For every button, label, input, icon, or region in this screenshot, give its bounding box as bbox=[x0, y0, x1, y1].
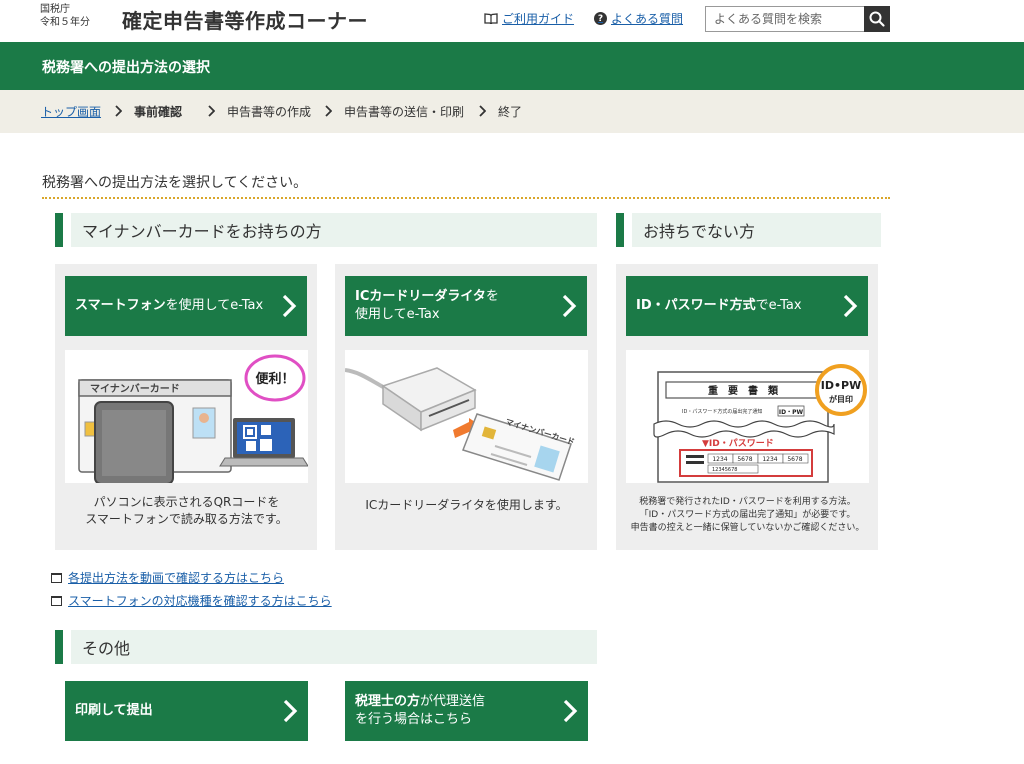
usage-guide-link[interactable]: ご利用ガイド bbox=[484, 10, 574, 27]
smartphone-qr-illustration: マイナンバーカード 便利！ bbox=[65, 350, 308, 483]
supported-devices-label: スマートフォンの対応機種を確認する方はこちら bbox=[68, 594, 332, 608]
illus-id-line2: 12345678 bbox=[712, 467, 737, 473]
agency-line-1: 国税庁 bbox=[40, 4, 70, 15]
option-card-smartphone: スマートフォンを使用してe-Tax マイナンバーカード 便利！ パソコンに表示さ… bbox=[55, 264, 317, 550]
illus-doc-sub: ID・パスワード方式の届出完了通知 bbox=[682, 408, 762, 415]
supported-devices-link[interactable]: スマートフォンの対応機種を確認する方はこちら bbox=[51, 592, 332, 609]
agency-name: 国税庁 令和５年分 bbox=[40, 3, 90, 29]
faq-search-input[interactable] bbox=[705, 6, 864, 32]
new-window-icon bbox=[51, 595, 62, 606]
dotted-divider bbox=[42, 197, 890, 199]
idpw-illustration: 重 要 書 類 ID・パスワード方式の届出完了通知 ID・PW ▼ID・パスワー… bbox=[626, 350, 869, 483]
illus-id-group: 5678 bbox=[787, 456, 802, 463]
chevron-right-icon bbox=[843, 294, 858, 318]
chevron-right-icon bbox=[208, 105, 215, 117]
chevron-right-icon bbox=[283, 699, 298, 723]
section-header-nocard: お持ちでない方 bbox=[616, 213, 881, 247]
smartphone-etax-button[interactable]: スマートフォンを使用してe-Tax bbox=[65, 276, 307, 336]
section-bar bbox=[55, 213, 63, 247]
video-guide-label: 各提出方法を動画で確認する方はこちら bbox=[68, 571, 285, 585]
breadcrumb-item-end: 終了 bbox=[498, 105, 523, 119]
chevron-right-icon bbox=[479, 105, 486, 117]
option-card-idpw: ID・パスワード方式でe-Tax 重 要 書 類 ID・パスワード方式の届出完了… bbox=[616, 264, 878, 550]
illus-id-group: 5678 bbox=[737, 456, 752, 463]
button-label: スマートフォンを使用してe-Tax bbox=[75, 298, 264, 313]
video-guide-link[interactable]: 各提出方法を動画で確認する方はこちら bbox=[51, 569, 284, 586]
button-label: ID・パスワード方式でe-Tax bbox=[636, 298, 802, 313]
agency-line-2: 令和５年分 bbox=[40, 17, 90, 28]
chevron-right-icon bbox=[325, 105, 332, 117]
breadcrumb-item-top[interactable]: トップ画面 bbox=[41, 90, 101, 133]
section-header-other: その他 bbox=[55, 630, 597, 664]
icreader-illustration: マイナンバーカード bbox=[345, 350, 588, 483]
breadcrumb-item-send-print: 申告書等の送信・印刷 bbox=[344, 105, 465, 119]
header: 国税庁 令和５年分 確定申告書等作成コーナー ご利用ガイド ? よくある質問 bbox=[0, 0, 1024, 42]
book-icon bbox=[484, 13, 498, 25]
new-window-icon bbox=[51, 572, 62, 583]
button-label: 税理士の方が代理送信 を行う場合はこちら bbox=[355, 694, 486, 727]
search-button[interactable] bbox=[864, 6, 890, 32]
illus-bubble: 便利！ bbox=[255, 371, 294, 387]
chevron-right-icon bbox=[563, 699, 578, 723]
section-title: マイナンバーカードをお持ちの方 bbox=[71, 213, 597, 247]
chevron-right-icon bbox=[562, 294, 577, 318]
illus-id-group: 1234 bbox=[762, 456, 777, 463]
faq-label: よくある質問 bbox=[611, 12, 684, 26]
print-submit-button[interactable]: 印刷して提出 bbox=[65, 681, 308, 741]
page-title: 税務署への提出方法の選択 bbox=[42, 60, 210, 76]
illus-idpw-label: ▼ID・パスワード bbox=[702, 437, 774, 449]
icreader-etax-button[interactable]: ICカードリーダライタを 使用してe-Tax bbox=[345, 276, 587, 336]
usage-guide-label: ご利用ガイド bbox=[502, 12, 575, 26]
search-icon bbox=[869, 11, 885, 27]
instruction-text: 税務署への提出方法を選択してください。 bbox=[42, 175, 308, 191]
idpw-etax-button[interactable]: ID・パスワード方式でe-Tax bbox=[626, 276, 868, 336]
illus-badge-line1: ID•PW bbox=[821, 379, 861, 392]
chevron-right-icon bbox=[282, 294, 297, 318]
section-bar bbox=[55, 630, 63, 664]
section-header-mynumber: マイナンバーカードをお持ちの方 bbox=[55, 213, 597, 247]
idpw-caption: 税務署で発行されたID・パスワードを利用する方法。 「ID・パスワード方式の届出… bbox=[630, 497, 865, 533]
breadcrumb-item-current: 事前確認 bbox=[134, 105, 183, 119]
tax-accountant-proxy-button[interactable]: 税理士の方が代理送信 を行う場合はこちら bbox=[345, 681, 588, 741]
option-card-icreader: ICカードリーダライタを 使用してe-Tax マイナンバーカード ICカードリーダ… bbox=[335, 264, 597, 550]
button-label: 印刷して提出 bbox=[75, 703, 153, 718]
illus-badge-line2: が目印 bbox=[829, 394, 853, 404]
app-title: 確定申告書等作成コーナー bbox=[122, 9, 368, 33]
section-title: お持ちでない方 bbox=[632, 213, 881, 247]
section-bar bbox=[616, 213, 624, 247]
breadcrumb-item-create: 申告書等の作成 bbox=[227, 105, 312, 119]
page-title-band: 税務署への提出方法の選択 bbox=[0, 42, 1024, 90]
breadcrumb: トップ画面 事前確認 申告書等の作成 申告書等の送信・印刷 終了 bbox=[0, 90, 1024, 133]
icreader-caption: ICカードリーダライタを使用します。 bbox=[365, 498, 568, 512]
illus-card-label: マイナンバーカード bbox=[90, 383, 180, 395]
illus-doc-tag: ID・PW bbox=[779, 409, 804, 416]
button-label: ICカードリーダライタを 使用してe-Tax bbox=[355, 289, 499, 322]
section-title: その他 bbox=[71, 630, 597, 664]
illus-doc-title: 重 要 書 類 bbox=[708, 384, 779, 397]
question-icon: ? bbox=[594, 12, 607, 25]
illus-id-group: 1234 bbox=[712, 456, 727, 463]
chevron-right-icon bbox=[115, 105, 122, 117]
smartphone-caption: パソコンに表示されるQRコードを スマートフォンで読み取る方法です。 bbox=[85, 495, 288, 526]
faq-link[interactable]: ? よくある質問 bbox=[594, 10, 683, 27]
